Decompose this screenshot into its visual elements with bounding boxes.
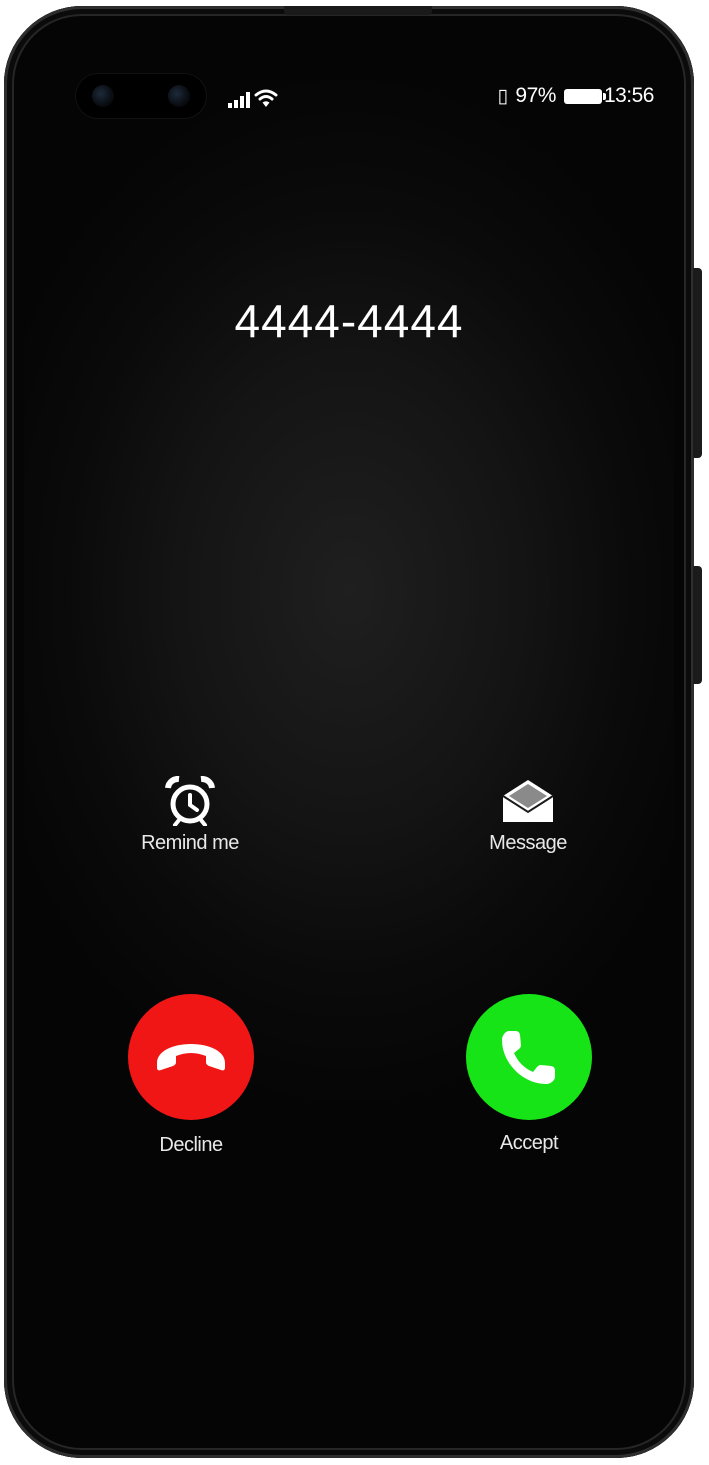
- status-bar-left: [228, 84, 278, 108]
- battery-percent: 97%: [515, 84, 556, 107]
- camera-lens: [168, 85, 190, 107]
- incoming-call-screen: ▯ 97% 13:56 4444-4444 Remind me Message: [24, 28, 674, 1436]
- remind-me-button[interactable]: Remind me: [110, 776, 270, 855]
- battery-icon: [563, 88, 606, 104]
- remind-me-label: Remind me: [141, 832, 239, 854]
- camera-lens: [92, 85, 114, 107]
- phone-frame: ▯ 97% 13:56 4444-4444 Remind me Message: [4, 6, 702, 1458]
- phone-icon: [502, 1031, 555, 1084]
- accept-button[interactable]: [466, 994, 592, 1120]
- signal-bars-icon: [228, 92, 250, 108]
- clock-time: 13:56: [603, 84, 655, 107]
- caller-number: 4444-4444: [234, 295, 464, 347]
- volume-button: [693, 268, 702, 458]
- alarm-clock-icon: [165, 776, 215, 826]
- decline-button[interactable]: [128, 994, 254, 1120]
- message-label: Message: [489, 832, 567, 854]
- vibrate-icon: ▯: [497, 85, 508, 107]
- power-button: [693, 566, 702, 684]
- status-bar-right: ▯ 97% 13:56: [497, 82, 654, 110]
- accept-label: Accept: [499, 1132, 559, 1154]
- phone-top-edge: [284, 6, 432, 15]
- wifi-icon: [254, 89, 278, 107]
- front-camera-cutout: [76, 74, 206, 118]
- open-envelope-icon: [502, 780, 554, 822]
- phone-hangup-icon: [157, 1044, 225, 1071]
- message-button[interactable]: Message: [448, 776, 608, 855]
- decline-label: Decline: [159, 1134, 223, 1156]
